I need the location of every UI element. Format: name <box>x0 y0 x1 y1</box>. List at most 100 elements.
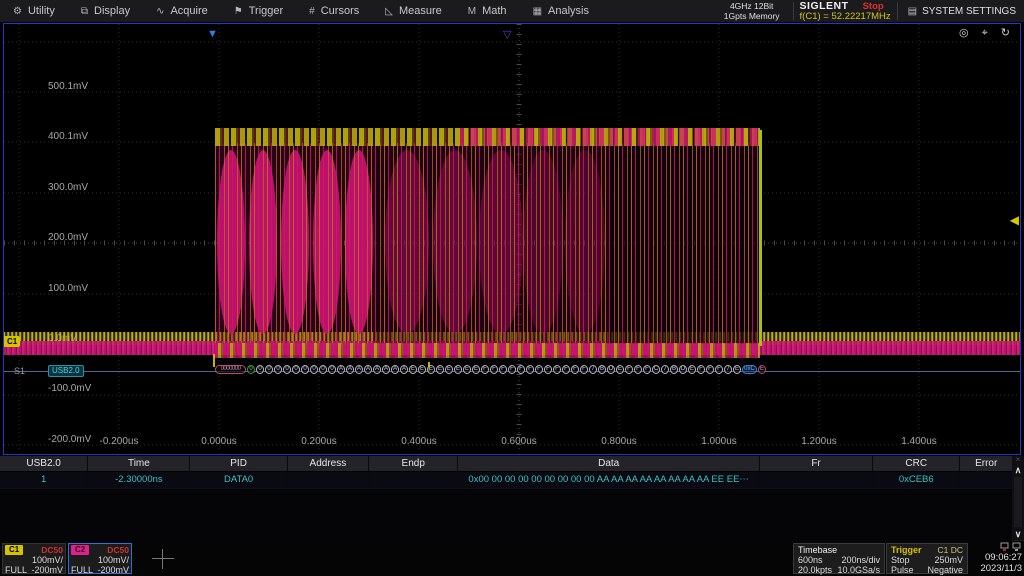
add-channel-plus-icon[interactable] <box>152 549 174 569</box>
channel-1-coupling: DC50 <box>41 545 63 555</box>
clock-panel[interactable]: 09:06:27 2023/11/3 <box>968 542 1022 576</box>
table-scrollbar[interactable]: × ∧ ∨ <box>1012 456 1024 540</box>
table-value-cell: 0xCEB6 <box>873 472 960 488</box>
channel-2-descriptor[interactable]: C2 DC50 100mV/ FULL -200mV <box>68 543 132 574</box>
decode-byte-bubble: F <box>562 365 570 374</box>
table-close-icon[interactable]: × <box>1016 456 1021 464</box>
decode-byte-bubble: F <box>481 365 489 374</box>
menu-item[interactable]: ▦ Analysis <box>520 0 602 22</box>
table-empty-area <box>0 488 1012 542</box>
menu-item[interactable]: ◺ Measure <box>372 0 455 22</box>
brand-logo: SIGLENT <box>800 1 849 11</box>
acquisition-status[interactable]: Stop <box>863 2 884 12</box>
channel-2-offset: -200mV <box>97 565 129 575</box>
table-header-cell[interactable]: Error <box>960 456 1012 471</box>
decode-byte-bubble: 0 <box>283 365 291 374</box>
decode-byte-bubble: F <box>490 365 498 374</box>
table-value-cell: DATA0 <box>190 472 287 488</box>
scope-specs: 4GHz 12Bit 1Gpts Memory <box>724 1 780 21</box>
system-settings-button[interactable]: ▤ SYSTEM SETTINGS <box>904 6 1024 17</box>
decode-byte-bubble: A <box>364 365 372 374</box>
y-axis-tick-label: 100.0mV <box>48 283 91 333</box>
timebase-scale: 200ns/div <box>841 555 880 565</box>
channel-1-offset: -200mV <box>31 565 63 575</box>
decode-byte-bubble: F <box>517 365 525 374</box>
decode-byte-bubble: 7 <box>589 365 597 374</box>
decode-byte-bubble: E <box>409 365 417 374</box>
table-header-cell[interactable]: USB2.0 <box>0 456 88 471</box>
trigger-status: Stop <box>891 555 910 565</box>
menu-item[interactable]: # Cursors <box>296 0 372 22</box>
table-header-cell[interactable]: Address <box>288 456 369 471</box>
channel-1-descriptor[interactable]: C1 DC50 100mV/ FULL -200mV <box>2 543 66 574</box>
channel-1-bandwidth: FULL <box>5 565 27 575</box>
table-header-cell[interactable]: Time <box>88 456 190 471</box>
table-header-cell[interactable]: Data <box>458 456 760 471</box>
c1-ground-level-badge[interactable]: C1 <box>4 336 20 347</box>
channel-2-badge: C2 <box>71 545 89 555</box>
menu-item[interactable]: ⚙ Utility <box>0 0 68 22</box>
decode-byte-bubble: 0 <box>265 365 273 374</box>
table-header-cell[interactable]: PID <box>190 456 287 471</box>
timebase-samplerate: 10.0GSa/s <box>837 565 880 575</box>
trigger-panel[interactable]: Trigger C1 DC Stop 250mV Pulse Negative <box>886 543 968 574</box>
menu-item-label: Acquire <box>170 5 207 17</box>
decode-byte-bubble: E <box>472 365 480 374</box>
screenshot-camera-icon[interactable]: ◎ <box>959 27 969 39</box>
scrollbar-track[interactable] <box>1014 477 1022 527</box>
trigger-source: C1 DC <box>937 545 963 555</box>
scroll-down-icon[interactable]: ∨ <box>1015 528 1022 540</box>
trigger-level: 250mV <box>934 555 963 565</box>
system-date: 2023/11/3 <box>968 563 1022 574</box>
menu-item[interactable]: ∿ Acquire <box>143 0 221 22</box>
system-time: 09:06:27 <box>968 552 1022 563</box>
decode-byte-bubble: F <box>535 365 543 374</box>
y-axis-tick-label: 400.1mV <box>48 131 91 181</box>
menu-item-icon: # <box>309 6 315 17</box>
burst-bottom-envelope <box>215 343 760 358</box>
timebase-panel[interactable]: Timebase 600ns 200ns/div 20.0kpts 10.0GS… <box>793 543 885 574</box>
decode-byte-bubble: E <box>454 365 462 374</box>
decode-protocol-badge[interactable]: USB2.0 <box>48 365 84 377</box>
position-crosshair-icon[interactable]: ⌖ <box>982 27 988 39</box>
decode-byte-bubble: A <box>382 365 390 374</box>
table-value-cell <box>760 472 873 488</box>
trigger-position-marker[interactable]: ▼ <box>207 28 218 40</box>
decode-byte-bubble: E <box>758 365 766 374</box>
decode-byte-bubble: F <box>715 365 723 374</box>
decode-byte-bubble: B <box>670 365 678 374</box>
menu-item-label: Trigger <box>249 5 283 17</box>
decode-byte-bubble: D <box>607 365 615 374</box>
decode-byte-bubble: 0 <box>247 365 255 374</box>
decode-lane-label: S1 <box>14 366 25 376</box>
menu-item[interactable]: ⧉ Display <box>68 0 143 22</box>
waveform-display[interactable]: 500.1mV400.1mV300.0mV200.0mV100.0mV0.0mV… <box>3 23 1021 455</box>
scroll-up-icon[interactable]: ∧ <box>1015 464 1022 476</box>
x-axis-labels: -0.200us0.000us0.200us0.400us0.600us0.80… <box>69 436 969 447</box>
table-header-cell[interactable]: Fr <box>760 456 873 471</box>
trigger-level-marker[interactable]: ◀ <box>1010 213 1019 227</box>
rotate-view-icon[interactable]: ↻ <box>1001 27 1010 39</box>
decode-table-header: USB2.0TimePIDAddressEndpDataFrCRCError <box>0 456 1012 471</box>
decode-table-row[interactable]: 1-2.30000nsDATA00x00 00 00 00 00 00 00 0… <box>0 471 1012 488</box>
decode-byte-bubble: 0 <box>328 365 336 374</box>
table-header-cell[interactable]: CRC <box>873 456 960 471</box>
burst-top-envelope <box>215 128 760 146</box>
decode-byte-bubble: 7 <box>724 365 732 374</box>
y-axis-tick-label: -100.0mV <box>48 383 91 433</box>
decode-byte-bubble: F <box>544 365 552 374</box>
delay-position-marker[interactable]: ▽ <box>503 28 511 41</box>
top-menu-bar: ⚙ Utility ⧉ Display ∿ Acquire ⚑ Trigger … <box>0 0 1024 23</box>
menu-item[interactable]: M Math <box>455 0 520 22</box>
decode-byte-bubble: 0000000 <box>215 365 246 374</box>
decode-byte-bubble: E <box>427 365 435 374</box>
channel-2-scale: 100mV/ <box>98 555 129 565</box>
oscilloscope-screen: ⚙ Utility ⧉ Display ∿ Acquire ⚑ Trigger … <box>0 0 1024 576</box>
menu-item-icon: ⚙ <box>13 6 22 17</box>
menu-item-icon: ⧉ <box>81 6 88 17</box>
table-value-cell <box>288 472 369 488</box>
menu-item[interactable]: ⚑ Trigger <box>221 0 296 22</box>
y-axis-tick-label: 200.0mV <box>48 232 91 282</box>
decode-byte-bubble: A <box>391 365 399 374</box>
table-header-cell[interactable]: Endp <box>369 456 458 471</box>
